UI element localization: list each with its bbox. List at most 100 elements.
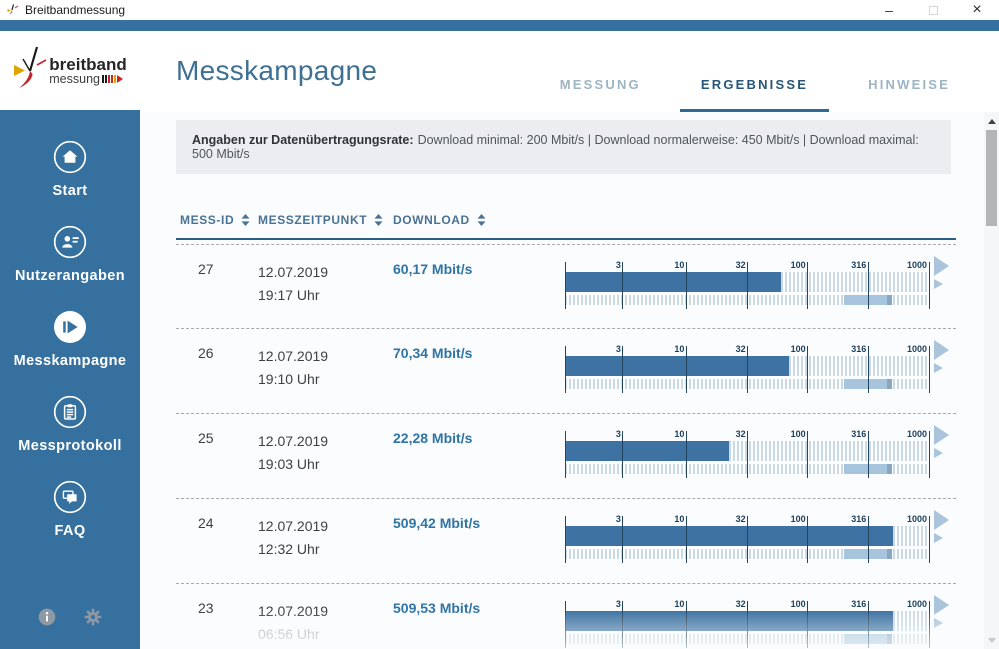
maximize-button[interactable]	[911, 0, 955, 20]
scale-tick-label: 1000	[906, 344, 927, 354]
sort-icon	[477, 214, 486, 226]
app-window: Breitbandmessung – × breitband messung S…	[0, 0, 999, 649]
download-bar-fill	[565, 526, 894, 546]
scrollbar-down-arrow-icon[interactable]	[984, 633, 999, 647]
minimize-button[interactable]: –	[867, 0, 911, 20]
scale-tick-label: 10	[674, 429, 685, 439]
scale-tick-label: 1000	[906, 514, 927, 524]
column-header-label: MESSZEITPUNKT	[258, 213, 368, 227]
scale-tick-label: 3	[615, 599, 621, 609]
row-download-value: 60,17 Mbit/s	[393, 261, 473, 277]
scale-tick	[564, 516, 566, 563]
scale-tick-label: 316	[851, 599, 867, 609]
scale-tick-label: 316	[851, 514, 867, 524]
row-mess-id: 27	[198, 261, 214, 277]
tariff-band-normal	[886, 295, 893, 305]
chart-track: 3 10 32 100 316 1000	[564, 429, 930, 478]
close-button[interactable]: ×	[955, 0, 999, 20]
tab-messung[interactable]: MESSUNG	[539, 77, 662, 112]
sidebar-item-messkampagne[interactable]: Messkampagne	[14, 310, 127, 369]
table-header-row: MESS-ID MESSZEITPUNKT DOWNLOAD	[176, 213, 956, 240]
tab-ergebnisse[interactable]: ERGEBNISSE	[679, 77, 830, 112]
row-time: 19:10 Uhr	[258, 371, 320, 387]
info-icon[interactable]	[37, 607, 57, 627]
tariff-info-label: Angaben zur Datenübertragungsrate:	[192, 133, 414, 147]
logo-text-line2: messung	[49, 71, 100, 86]
sort-icon	[241, 214, 250, 226]
download-bar-fill	[565, 356, 790, 376]
row-download-chart: 3 10 32 100 316 1000	[564, 414, 956, 498]
sidebar-item-start[interactable]: Start	[52, 140, 87, 199]
table-row: 23 12.07.2019 06:56 Uhr 509,53 Mbit/s 31…	[176, 584, 956, 649]
column-header-mess-id[interactable]: MESS-ID	[176, 213, 258, 227]
chart-track: 3 10 32 100 316 1000	[564, 599, 930, 648]
chart-track: 3 10 32 100 316 1000	[564, 344, 930, 393]
bar-arrow-icon	[934, 425, 949, 445]
column-header-label: DOWNLOAD	[393, 213, 470, 227]
scale-tick-label: 316	[851, 260, 867, 270]
table-row: 26 12.07.2019 19:10 Uhr 70,34 Mbit/s 3 10…	[176, 329, 956, 414]
maximize-icon	[928, 5, 938, 15]
column-header-messzeitpunkt[interactable]: MESSZEITPUNKT	[258, 213, 393, 227]
logo-text-line1: breitband	[49, 54, 127, 74]
column-header-download[interactable]: DOWNLOAD	[393, 213, 565, 227]
scale-tick-label: 32	[735, 260, 746, 270]
row-timestamp: 12.07.2019 19:10 Uhr	[258, 329, 393, 413]
table-row: 25 12.07.2019 19:03 Uhr 22,28 Mbit/s 3 10…	[176, 414, 956, 499]
row-download-value: 509,53 Mbit/s	[393, 600, 481, 616]
scale-tick-label: 100	[790, 260, 806, 270]
clipboard-icon	[53, 395, 87, 429]
chart-track: 3 10 32 100 316 1000	[564, 260, 930, 309]
row-download-value: 70,34 Mbit/s	[393, 345, 473, 361]
bar-arrow-icon	[934, 510, 949, 530]
app-logo-icon	[7, 4, 19, 15]
sidebar: Start Nutzerangaben Messkampagne Messpro…	[0, 110, 140, 649]
scale-tick-label: 316	[851, 429, 867, 439]
sidebar-item-messprotokoll[interactable]: Messprotokoll	[18, 395, 122, 454]
scale-tick-label: 10	[674, 260, 685, 270]
row-date: 12.07.2019	[258, 518, 329, 534]
scale-tick-label: 32	[735, 514, 746, 524]
row-date: 12.07.2019	[258, 603, 329, 619]
scrollbar-up-arrow-icon[interactable]	[984, 114, 999, 128]
row-mess-id: 25	[198, 430, 214, 446]
band-arrow-icon	[934, 279, 943, 289]
sidebar-item-label: Start	[52, 183, 88, 199]
row-download-value: 22,28 Mbit/s	[393, 430, 473, 446]
tariff-band-normal	[886, 634, 893, 644]
user-icon	[53, 225, 87, 259]
page-title: Messkampagne	[176, 55, 378, 86]
scale-tick-label: 3	[615, 429, 621, 439]
table-body: 27 12.07.2019 19:17 Uhr 60,17 Mbit/s 3 10…	[176, 244, 956, 649]
scale-tick	[564, 431, 566, 478]
sidebar-item-faq[interactable]: FAQ	[53, 480, 87, 539]
play-icon	[53, 310, 87, 344]
page-header: Messkampagne MESSUNG ERGEBNISSE HINWEISE	[140, 31, 999, 112]
band-arrow-icon	[934, 533, 943, 543]
row-time: 12:32 Uhr	[258, 541, 320, 557]
results-table: MESS-ID MESSZEITPUNKT DOWNLOAD 27 12.07.…	[176, 213, 956, 649]
titlebar: Breitbandmessung – ×	[0, 0, 999, 20]
scale-tick-label: 3	[615, 344, 621, 354]
table-row: 27 12.07.2019 19:17 Uhr 60,17 Mbit/s 3 10…	[176, 244, 956, 329]
gear-icon[interactable]	[83, 607, 103, 627]
vertical-scrollbar[interactable]	[984, 112, 999, 649]
row-mess-id: 24	[198, 515, 214, 531]
minimize-icon: –	[885, 2, 893, 18]
scale-tick-label: 316	[851, 344, 867, 354]
scrollbar-thumb[interactable]	[986, 130, 997, 226]
chat-icon	[53, 480, 87, 514]
logo: breitband messung	[0, 31, 140, 110]
scale-tick-label: 10	[674, 599, 685, 609]
row-date: 12.07.2019	[258, 264, 329, 280]
row-timestamp: 12.07.2019 19:03 Uhr	[258, 414, 393, 498]
row-time: 19:17 Uhr	[258, 287, 320, 303]
tab-hinweise[interactable]: HINWEISE	[847, 77, 971, 112]
download-bar-fill	[565, 441, 729, 461]
sidebar-item-nutzerangaben[interactable]: Nutzerangaben	[15, 225, 125, 284]
sidebar-item-label: FAQ	[54, 523, 86, 539]
scale-tick	[564, 601, 566, 648]
row-download-chart: 3 10 32 100 316 1000	[564, 499, 956, 583]
logo-mark-icon	[14, 46, 47, 88]
tariff-info-bar: Angaben zur Datenübertragungsrate: Downlo…	[176, 120, 951, 174]
